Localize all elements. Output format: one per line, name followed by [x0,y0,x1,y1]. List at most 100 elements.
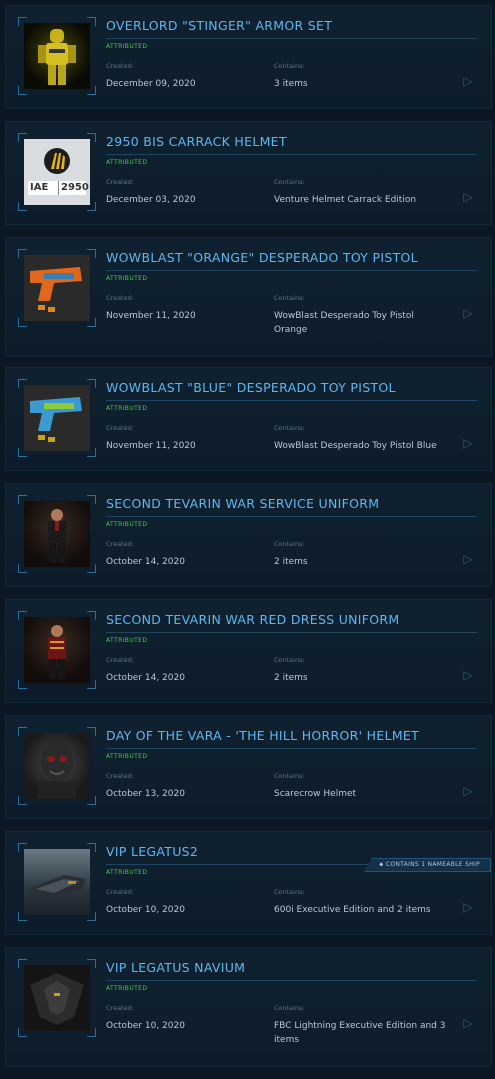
contains-value: 3 items [274,79,308,89]
play-arrow-icon[interactable]: ▷ [461,552,475,566]
item-thumbnail-frame [18,379,96,457]
toy-pistol-thumbnail [24,385,90,451]
title-divider [106,38,477,39]
pledge-item[interactable]: WOWBLAST "ORANGE" DESPERADO TOY PISTOL A… [5,237,492,357]
created-value: November 11, 2020 [106,441,196,451]
pledge-item[interactable]: SECOND TEVARIN WAR RED DRESS UNIFORM ATT… [5,599,492,703]
title-divider [106,748,477,749]
created-label: Created: [106,656,134,664]
contains-value: 2 items [274,557,308,567]
pledge-item[interactable]: DAY OF THE VARA - 'THE HILL HORROR' HELM… [5,715,492,819]
contains-label: Contains: [274,1004,305,1012]
pledge-item[interactable]: VIP LEGATUS2 ⬥ CONTAINS 1 NAMEABLE SHIP … [5,831,492,935]
created-value: October 10, 2020 [106,905,185,915]
uniform-thumbnail [24,617,90,683]
status-label: ATTRIBUTED [106,869,148,876]
contains-label: Contains: [274,178,305,186]
title-divider [106,154,477,155]
pledge-item[interactable]: SECOND TEVARIN WAR SERVICE UNIFORM ATTRI… [5,483,492,587]
created-value: October 14, 2020 [106,557,185,567]
item-thumbnail-frame [18,727,96,805]
item-thumbnail-frame: IAE 2950 [18,133,96,211]
pledge-item[interactable]: WOWBLAST "BLUE" DESPERADO TOY PISTOL ATT… [5,367,492,471]
item-thumbnail-frame [18,959,96,1037]
created-value: October 10, 2020 [106,1021,185,1031]
item-title[interactable]: WOWBLAST "BLUE" DESPERADO TOY PISTOL [106,380,396,395]
title-divider [106,980,477,981]
created-label: Created: [106,540,134,548]
iae-text: IAE [30,182,49,193]
contains-value: Scarecrow Helmet [274,789,357,799]
created-label: Created: [106,294,134,302]
title-divider [106,270,477,271]
item-title[interactable]: DAY OF THE VARA - 'THE HILL HORROR' HELM… [106,728,419,743]
pledge-item[interactable]: VIP LEGATUS NAVIUM ATTRIBUTED Created: C… [5,947,492,1067]
play-arrow-icon[interactable]: ▷ [461,784,475,798]
item-title[interactable]: SECOND TEVARIN WAR RED DRESS UNIFORM [106,612,399,627]
play-arrow-icon[interactable]: ▷ [461,436,475,450]
play-arrow-icon[interactable]: ▷ [461,190,475,204]
title-divider [106,632,477,633]
play-arrow-icon[interactable]: ▷ [461,900,475,914]
contains-label: Contains: [274,62,305,70]
contains-value: WowBlast Desperado Toy Pistol Orange [274,311,414,335]
created-label: Created: [106,772,134,780]
item-title[interactable]: VIP LEGATUS2 [106,844,198,859]
badge-label: CONTAINS 1 NAMEABLE SHIP [385,861,480,868]
title-divider [106,400,477,401]
created-value: October 13, 2020 [106,789,185,799]
item-thumbnail-frame [18,611,96,689]
armor-thumbnail [24,23,90,89]
nameable-ship-badge: ⬥ CONTAINS 1 NAMEABLE SHIP [364,858,491,872]
created-value: November 11, 2020 [106,311,196,321]
item-thumbnail-frame [18,249,96,327]
play-arrow-icon[interactable]: ▷ [461,1016,475,1030]
ship-thumbnail [24,965,90,1031]
status-label: ATTRIBUTED [106,637,148,644]
created-label: Created: [106,62,134,70]
status-label: ATTRIBUTED [106,43,148,50]
contains-label: Contains: [274,888,305,896]
year-text: 2950 [61,182,89,193]
iae-logo-thumbnail: IAE 2950 [24,139,90,205]
contains-value: Venture Helmet Carrack Edition [274,195,417,205]
created-value: October 14, 2020 [106,673,185,683]
created-label: Created: [106,1004,134,1012]
helmet-thumbnail [24,733,90,799]
ship-thumbnail [24,849,90,915]
created-value: December 09, 2020 [106,79,196,89]
status-label: ATTRIBUTED [106,275,148,282]
play-arrow-icon[interactable]: ▷ [461,668,475,682]
item-thumbnail-frame [18,495,96,573]
contains-label: Contains: [274,656,305,664]
created-label: Created: [106,888,134,896]
pledge-item[interactable]: IAE 2950 2950 BIS CARRACK HELMET ATTRIBU… [5,121,492,225]
status-label: ATTRIBUTED [106,521,148,528]
play-arrow-icon[interactable]: ▷ [461,74,475,88]
status-label: ATTRIBUTED [106,753,148,760]
status-label: ATTRIBUTED [106,985,148,992]
contains-value: 2 items [274,673,308,683]
created-label: Created: [106,424,134,432]
title-divider [106,516,477,517]
contains-label: Contains: [274,294,305,302]
item-title[interactable]: VIP LEGATUS NAVIUM [106,960,245,975]
item-title[interactable]: 2950 BIS CARRACK HELMET [106,134,287,149]
item-thumbnail-frame [18,843,96,921]
item-title[interactable]: WOWBLAST "ORANGE" DESPERADO TOY PISTOL [106,250,418,265]
created-value: December 03, 2020 [106,195,196,205]
pledge-item[interactable]: OVERLORD "STINGER" ARMOR SET ATTRIBUTED … [5,5,492,109]
toy-pistol-thumbnail [24,255,90,321]
item-title[interactable]: OVERLORD "STINGER" ARMOR SET [106,18,332,33]
play-arrow-icon[interactable]: ▷ [461,306,475,320]
contains-label: Contains: [274,540,305,548]
item-thumbnail-frame [18,17,96,95]
item-title[interactable]: SECOND TEVARIN WAR SERVICE UNIFORM [106,496,379,511]
contains-value: WowBlast Desperado Toy Pistol Blue [274,441,437,451]
contains-value: 600i Executive Edition and 2 items [274,905,431,915]
status-label: ATTRIBUTED [106,159,148,166]
contains-label: Contains: [274,424,305,432]
status-label: ATTRIBUTED [106,405,148,412]
contains-value: FBC Lightning Executive Edition and 3 it… [274,1021,446,1045]
created-label: Created: [106,178,134,186]
